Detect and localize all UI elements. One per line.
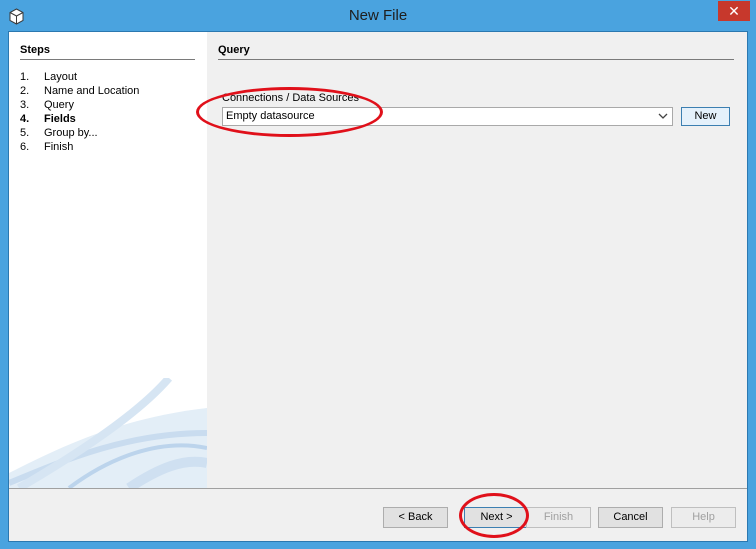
new-datasource-button[interactable]: New [681,107,730,126]
finish-button[interactable]: Finish [526,507,591,528]
steps-header: Steps [20,44,195,60]
step-number: 1. [20,71,30,83]
decorative-swoosh-graphic [9,378,207,488]
step-label: Query [44,99,74,111]
steps-list: 1. Layout 2. Name and Location 3. Query 4. F… [20,70,139,154]
steps-panel: Steps 1. Layout 2. Name and Location 3. Que… [9,32,207,488]
dialog-body: Steps 1. Layout 2. Name and Location 3. Que… [8,31,748,542]
connections-label: Connections / Data Sources [222,92,359,104]
step-label: Finish [44,141,74,153]
step-label: Layout [44,71,78,83]
step-label: Fields [44,113,76,125]
step-item: 6. Finish [20,140,139,154]
step-number: 4. [20,113,30,125]
step-number: 6. [20,141,30,153]
close-button[interactable]: ✕ [718,1,750,21]
window-title: New File [348,7,408,24]
step-item-current: 4. Fields [20,112,139,126]
help-button[interactable]: Help [671,507,736,528]
close-icon: ✕ [728,3,740,19]
step-label: Name and Location [44,85,140,97]
chevron-down-icon [658,113,668,119]
footer-divider [9,488,747,489]
panel-title: Query [218,44,734,60]
back-button[interactable]: < Back [383,507,448,528]
datasource-value: Empty datasource [226,110,315,122]
step-item: 2. Name and Location [20,84,139,98]
datasource-combobox[interactable]: Empty datasource [222,107,673,126]
step-item: 1. Layout [20,70,139,84]
title-bar[interactable]: New File ✕ [0,0,756,32]
step-item: 5. Group by... [20,126,139,140]
content-panel: Query Connections / Data Sources Empty d… [207,32,747,488]
step-number: 2. [20,85,30,97]
dialog-window: New File ✕ Steps 1. Layout 2. Name and Loc… [0,0,756,549]
step-number: 5. [20,127,30,139]
step-item: 3. Query [20,98,139,112]
cancel-button[interactable]: Cancel [598,507,663,528]
next-button[interactable]: Next > [464,507,529,528]
step-number: 3. [20,99,30,111]
step-label: Group by... [44,127,98,139]
